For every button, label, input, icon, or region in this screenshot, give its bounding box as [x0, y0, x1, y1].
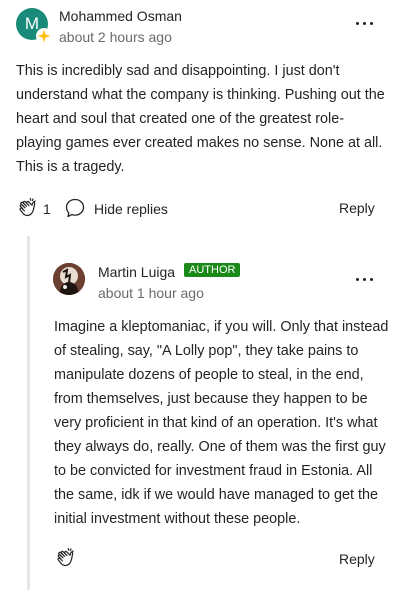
reply-button[interactable]: Reply — [339, 200, 375, 216]
reply-more-options-icon[interactable] — [356, 275, 376, 285]
reply-clap-icon[interactable] — [54, 546, 78, 570]
hide-replies-button[interactable]: Hide replies — [94, 201, 168, 217]
speech-bubble-icon[interactable] — [64, 197, 86, 219]
comment-author-name[interactable]: Mohammed Osman — [59, 8, 182, 24]
reply-timestamp[interactable]: about 1 hour ago — [98, 285, 204, 301]
comment-timestamp[interactable]: about 2 hours ago — [59, 29, 172, 45]
reply-author-name[interactable]: Martin Luiga — [98, 264, 175, 280]
clap-count: 1 — [43, 201, 51, 217]
thread-line — [27, 236, 30, 590]
reply-body: Imagine a kleptomaniac, if you will. Onl… — [54, 319, 389, 527]
clap-icon[interactable] — [16, 196, 40, 220]
more-options-icon[interactable] — [356, 19, 376, 29]
reply-reply-button[interactable]: Reply — [339, 551, 375, 567]
member-star-icon — [36, 28, 52, 44]
reply-avatar[interactable] — [53, 263, 85, 295]
comment-body: This is incredibly sad and disappointing… — [16, 63, 385, 175]
author-badge: AUTHOR — [184, 263, 241, 277]
